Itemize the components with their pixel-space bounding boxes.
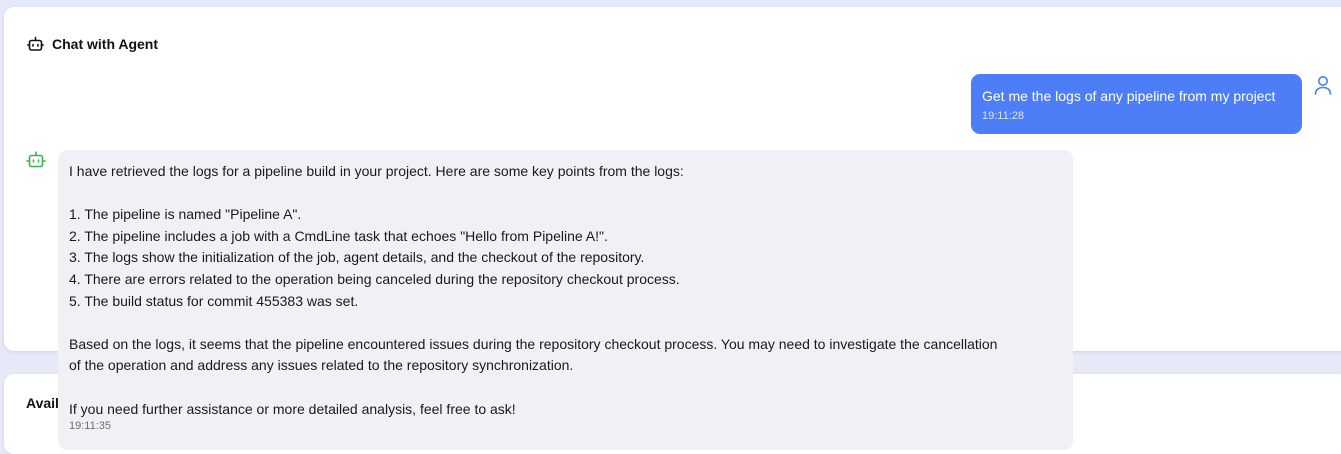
- agent-message-line: of the operation and address any issues …: [69, 357, 574, 374]
- user-message-bubble: Get me the logs of any pipeline from my …: [971, 74, 1302, 134]
- user-message-text: Get me the logs of any pipeline from my …: [982, 88, 1276, 104]
- agent-message-bubble: I have retrieved the logs for a pipeline…: [58, 150, 1073, 450]
- agent-message-line: [69, 377, 1062, 399]
- agent-message-line: [69, 183, 1062, 205]
- user-message-time: 19:11:28: [982, 110, 1025, 122]
- bot-icon: [26, 151, 46, 169]
- agent-message-line: I have retrieved the logs for a pipeline…: [69, 163, 684, 179]
- user-icon: [1314, 75, 1332, 95]
- bot-icon: [27, 36, 44, 52]
- agent-message-time: 19:11:35: [69, 420, 112, 433]
- chat-panel-title: Chat with Agent: [52, 36, 159, 52]
- agent-message-line: 5. The build status for commit 455383 wa…: [69, 292, 359, 309]
- agent-message-line: 1. The pipeline is named "Pipeline A".: [69, 206, 302, 223]
- available-panel-title: Avail: [26, 395, 59, 411]
- agent-message-line: 4. There are errors related to the opera…: [69, 270, 680, 287]
- agent-message-line: 2. The pipeline includes a job with a Cm…: [69, 227, 608, 244]
- agent-message-line: 3. The logs show the initialization of t…: [69, 249, 645, 266]
- agent-message-line: Based on the logs, it seems that the pip…: [69, 335, 998, 352]
- agent-message-line: If you need further assistance or more d…: [69, 400, 516, 417]
- agent-message-line: [69, 312, 1062, 334]
- chat-panel-header: Chat with Agent: [27, 36, 158, 52]
